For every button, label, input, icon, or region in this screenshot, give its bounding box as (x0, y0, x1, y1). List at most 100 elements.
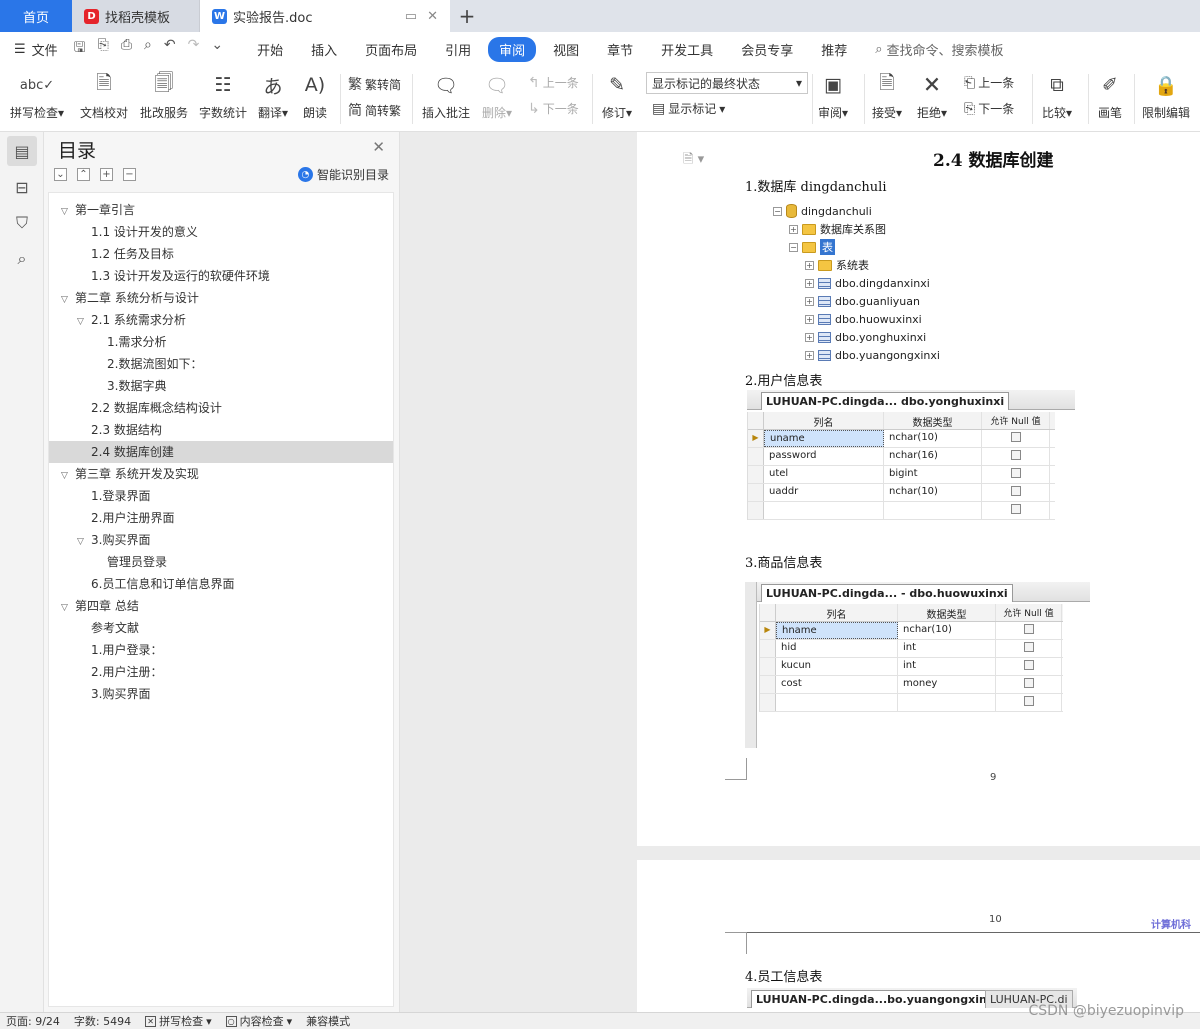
close-icon[interactable]: ✕ (372, 138, 385, 156)
toc-item[interactable]: 参考文献 (49, 617, 393, 639)
doc-options-icon[interactable]: 🗎 ▾ (683, 150, 704, 172)
expand-arrow-icon[interactable]: ▽ (77, 311, 91, 333)
compare-button[interactable]: ⧉ 比较▾ (1042, 70, 1072, 121)
next-comment-button[interactable]: ↳ 下一条 (528, 100, 579, 117)
menu-references[interactable]: 引用 (434, 37, 482, 62)
chapter-nav-icon[interactable]: ⊟ (7, 172, 37, 202)
restrict-editing-button[interactable]: 🔒 限制编辑 (1142, 70, 1190, 121)
data-type-cell (898, 694, 996, 711)
markup-state-select[interactable]: 显示标记的最终状态 ▾ (646, 72, 808, 94)
toc-item[interactable]: 2.用户注册界面 (49, 507, 393, 529)
menu-view[interactable]: 视图 (542, 37, 590, 62)
restore-window-icon[interactable]: ▭ (405, 9, 417, 24)
translate-button[interactable]: あ 翻译▾ (258, 70, 288, 121)
toc-item[interactable]: 2.数据流图如下： (49, 353, 393, 375)
page-indicator[interactable]: 页面: 9/24 (6, 1013, 60, 1029)
expand-arrow-icon[interactable]: ▽ (61, 597, 75, 619)
command-search-placeholder: 查找命令、搜索模板 (886, 43, 1004, 59)
pen-button[interactable]: ✐ 画笔 (1098, 70, 1122, 121)
content-check-toggle[interactable]: ○ 内容检查 ▾ (225, 1013, 292, 1029)
menu-home[interactable]: 开始 (246, 37, 294, 62)
expand-all-icon[interactable]: ⌃ (77, 168, 90, 181)
toc-item[interactable]: ▽ 2.1 系统需求分析 (49, 309, 393, 331)
toc-item[interactable]: 3.购买界面 (49, 683, 393, 705)
prev-change-button[interactable]: ⎗ 上一条 (964, 74, 1014, 91)
toc-item[interactable]: 1.登录界面 (49, 485, 393, 507)
header-allow-null-2: 允许 Null 值 (996, 604, 1062, 621)
trad-to-simp-button[interactable]: 繁 繁转简 (348, 74, 401, 94)
expand-arrow-icon[interactable]: ▽ (61, 289, 75, 311)
doc-proof-button[interactable]: 🗎 文档校对 (80, 70, 128, 121)
menu-insert[interactable]: 插入 (300, 37, 348, 62)
tab-home[interactable]: 首页 (0, 0, 72, 32)
review-service-button[interactable]: 🗐 批改服务 (140, 70, 188, 121)
toc-item[interactable]: 1.用户登录： (49, 639, 393, 661)
read-aloud-icon: A) (304, 74, 326, 96)
reject-button[interactable]: 🗙 拒绝▾ (917, 70, 947, 121)
menu-review[interactable]: 审阅 (488, 36, 537, 62)
remove-heading-icon[interactable]: − (123, 168, 136, 181)
close-tab-icon[interactable]: ✕ (427, 9, 438, 24)
data-type-cell: nchar(10) (884, 430, 982, 447)
toc-item[interactable]: 6.员工信息和订单信息界面 (49, 573, 393, 595)
insert-comment-button[interactable]: 🗨 插入批注 (422, 70, 470, 121)
toc-item[interactable]: ▽ 3.购买界面 (49, 529, 393, 551)
spellcheck-toggle[interactable]: ✕ 拼写检查 ▾ (145, 1013, 212, 1029)
toc-item[interactable]: 2.3 数据结构 (49, 419, 393, 441)
delete-comment-button[interactable]: 🗨 删除▾ (482, 70, 512, 121)
header-rule (745, 932, 1200, 933)
expand-arrow-icon[interactable]: ▽ (77, 531, 91, 553)
spellcheck-icon: abc✓ (19, 77, 55, 93)
toc-item[interactable]: 2.4 数据库创建 (49, 441, 393, 463)
toc-item[interactable]: 2.用户注册： (49, 661, 393, 683)
add-heading-icon[interactable]: + (100, 168, 113, 181)
word-count-button[interactable]: ☷ 字数统计 (199, 70, 247, 121)
new-tab-button[interactable]: + (450, 0, 484, 32)
undo-icon[interactable]: ↶ (164, 37, 176, 61)
menu-section[interactable]: 章节 (596, 37, 644, 62)
file-menu[interactable]: ☰ 文件 (14, 40, 58, 59)
toc-item[interactable]: 3.数据字典 (49, 375, 393, 397)
review-pane-button[interactable]: ▣ 审阅▾ (818, 70, 848, 121)
expand-arrow-icon[interactable]: ▽ (61, 465, 75, 487)
track-changes-button[interactable]: ✎ 修订▾ (602, 70, 632, 121)
toc-item[interactable]: 1.3 设计开发及运行的软硬件环境 (49, 265, 393, 287)
toc-item[interactable]: ▽ 第二章 系统分析与设计 (49, 287, 393, 309)
word-count-indicator[interactable]: 字数: 5494 (74, 1013, 131, 1029)
toc-item[interactable]: 1.需求分析 (49, 331, 393, 353)
toc-item[interactable]: 管理员登录 (49, 551, 393, 573)
menu-member[interactable]: 会员专享 (730, 37, 804, 62)
menu-page-layout[interactable]: 页面布局 (354, 37, 428, 62)
toc-item[interactable]: 1.1 设计开发的意义 (49, 221, 393, 243)
next-change-button[interactable]: ⎘ 下一条 (964, 100, 1014, 117)
read-aloud-button[interactable]: A) 朗读 (303, 70, 327, 121)
search-icon[interactable]: ⌕ (7, 244, 37, 274)
menu-developer[interactable]: 开发工具 (650, 37, 724, 62)
row-header (760, 640, 776, 657)
toc-item[interactable]: 2.2 数据库概念结构设计 (49, 397, 393, 419)
command-search[interactable]: ⌕ 查找命令、搜索模板 (875, 40, 1003, 59)
redo-icon[interactable]: ↷ (188, 37, 200, 61)
customize-toolbar-icon[interactable]: ⌄ (211, 37, 223, 61)
show-markup-button[interactable]: ▤ 显示标记 ▾ (652, 100, 725, 117)
menu-recommend[interactable]: 推荐 (810, 37, 858, 62)
print-icon[interactable]: ⎙ (121, 37, 132, 61)
tab-document[interactable]: W 实验报告.doc ▭ ✕ (200, 0, 450, 32)
toc-item[interactable]: ▽ 第四章 总结 (49, 595, 393, 617)
spellcheck-button[interactable]: abc✓ 拼写检查▾ (10, 70, 64, 121)
toc-item[interactable]: ▽ 第一章引言 (49, 199, 393, 221)
bookmark-icon[interactable]: ⛉ (7, 208, 37, 238)
save-icon[interactable]: 🖫 (74, 37, 86, 61)
accept-button[interactable]: 🗎 接受▾ (872, 70, 902, 121)
smart-toc-button[interactable]: ◔ 智能识别目录 (297, 166, 389, 183)
expand-arrow-icon[interactable]: ▽ (61, 201, 75, 223)
toc-item[interactable]: 1.2 任务及目标 (49, 243, 393, 265)
simp-to-trad-button[interactable]: 简 简转繁 (348, 100, 401, 120)
export-pdf-icon[interactable]: ⎘ (98, 37, 109, 61)
collapse-all-icon[interactable]: ⌄ (54, 168, 67, 181)
toc-nav-icon[interactable]: ▤ (7, 136, 37, 166)
print-preview-icon[interactable]: ⌕ (144, 37, 152, 61)
prev-comment-button[interactable]: ↰ 上一条 (528, 74, 579, 91)
tab-docer-templates[interactable]: D 找稻壳模板 (72, 0, 200, 32)
toc-item[interactable]: ▽ 第三章 系统开发及实现 (49, 463, 393, 485)
